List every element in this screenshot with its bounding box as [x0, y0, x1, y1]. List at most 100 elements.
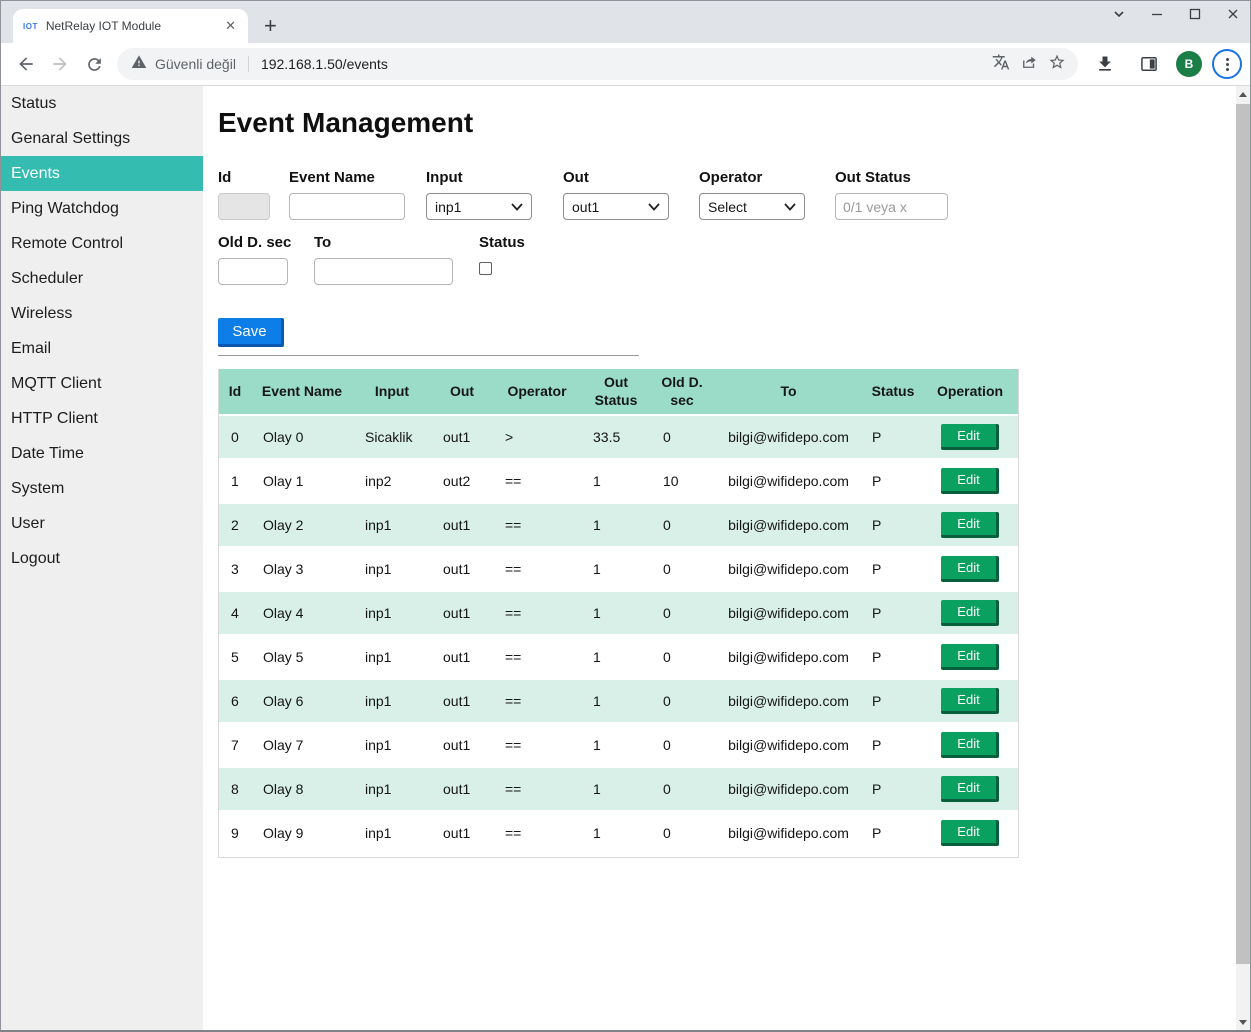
- cell-to: bilgi@wifidepo.com: [713, 723, 864, 767]
- events-table: IdEvent NameInputOutOperatorOut StatusOl…: [219, 369, 1018, 856]
- cell-operator: ==: [493, 459, 581, 503]
- out-status-label: Out Status: [835, 169, 948, 188]
- reload-button[interactable]: [77, 47, 111, 81]
- sidebar-item-date-time[interactable]: Date Time: [1, 436, 203, 471]
- address-bar[interactable]: Güvenli değil 192.168.1.50/events: [117, 48, 1078, 80]
- event-name-field[interactable]: [289, 193, 405, 220]
- minimize-button[interactable]: [1150, 7, 1164, 21]
- table-row: 0Olay 0Sicaklikout1>33.50bilgi@wifidepo.…: [219, 415, 1018, 459]
- edit-button[interactable]: Edit: [941, 644, 999, 670]
- browser-window: IOT NetRelay IOT Module ✕ +: [0, 0, 1251, 1032]
- edit-button[interactable]: Edit: [941, 424, 999, 450]
- event-form: Id Event Name Input inp1: [218, 169, 1236, 356]
- kebab-menu-icon: [1226, 58, 1229, 71]
- sidebar-item-status[interactable]: Status: [1, 86, 203, 121]
- cell-event-name: Olay 3: [251, 547, 353, 591]
- sidebar-item-logout[interactable]: Logout: [1, 541, 203, 576]
- table-row: 4Olay 4inp1out1==10bilgi@wifidepo.comPEd…: [219, 591, 1018, 635]
- table-row: 1Olay 1inp2out2==110bilgi@wifidepo.comPE…: [219, 459, 1018, 503]
- scrollbar-thumb[interactable]: [1236, 104, 1250, 964]
- new-tab-button[interactable]: +: [264, 15, 277, 37]
- cell-operation: Edit: [922, 767, 1018, 811]
- save-button[interactable]: Save: [218, 318, 284, 347]
- cell-out-status: 33.5: [581, 415, 651, 459]
- to-label: To: [314, 234, 453, 253]
- close-button[interactable]: [1226, 7, 1240, 21]
- table-row: 6Olay 6inp1out1==10bilgi@wifidepo.comPEd…: [219, 679, 1018, 723]
- table-row: 5Olay 5inp1out1==10bilgi@wifidepo.comPEd…: [219, 635, 1018, 679]
- maximize-button[interactable]: [1188, 7, 1202, 21]
- main-content: Event Management Id Event Name Input in: [203, 86, 1236, 1030]
- sidebar-item-remote-control[interactable]: Remote Control: [1, 226, 203, 261]
- cell-out-status: 1: [581, 547, 651, 591]
- cell-input: inp1: [353, 679, 431, 723]
- cell-status: P: [864, 591, 922, 635]
- cell-out-status: 1: [581, 459, 651, 503]
- old-delay-field[interactable]: [218, 258, 288, 285]
- input-select[interactable]: inp1: [426, 193, 532, 220]
- edit-button[interactable]: Edit: [941, 732, 999, 758]
- cell-input: inp1: [353, 767, 431, 811]
- sidebar-item-events[interactable]: Events: [1, 156, 203, 191]
- operator-select[interactable]: Select: [699, 193, 805, 220]
- cell-out: out1: [431, 547, 493, 591]
- id-field: [218, 193, 270, 220]
- sidebar: StatusGenaral SettingsEventsPing Watchdo…: [1, 86, 203, 1030]
- out-status-field[interactable]: [835, 193, 948, 220]
- cell-to: bilgi@wifidepo.com: [713, 547, 864, 591]
- column-header-event-name: Event Name: [251, 369, 353, 415]
- cell-to: bilgi@wifidepo.com: [713, 767, 864, 811]
- chevron-down-icon: [784, 203, 796, 211]
- sidebar-item-mqtt-client[interactable]: MQTT Client: [1, 366, 203, 401]
- download-icon[interactable]: [1088, 47, 1122, 81]
- sidebar-item-http-client[interactable]: HTTP Client: [1, 401, 203, 436]
- browser-tab[interactable]: IOT NetRelay IOT Module ✕: [13, 9, 248, 43]
- to-field[interactable]: [314, 258, 453, 285]
- edit-button[interactable]: Edit: [941, 776, 999, 802]
- bookmark-star-icon[interactable]: [1048, 53, 1066, 76]
- tab-search-chevron-icon[interactable]: [1112, 7, 1126, 21]
- forward-button[interactable]: [43, 47, 77, 81]
- vertical-scrollbar[interactable]: [1236, 86, 1250, 1030]
- edit-button[interactable]: Edit: [941, 512, 999, 538]
- cell-id: 7: [219, 723, 251, 767]
- cell-status: P: [864, 503, 922, 547]
- side-panel-icon[interactable]: [1132, 47, 1166, 81]
- sidebar-item-user[interactable]: User: [1, 506, 203, 541]
- sidebar-item-genaral-settings[interactable]: Genaral Settings: [1, 121, 203, 156]
- edit-button[interactable]: Edit: [941, 688, 999, 714]
- browser-menu-button[interactable]: [1212, 49, 1242, 79]
- table-row: 8Olay 8inp1out1==10bilgi@wifidepo.comPEd…: [219, 767, 1018, 811]
- cell-out-status: 1: [581, 811, 651, 855]
- out-select-value: out1: [572, 199, 599, 215]
- edit-button[interactable]: Edit: [941, 600, 999, 626]
- sidebar-item-system[interactable]: System: [1, 471, 203, 506]
- cell-out: out1: [431, 415, 493, 459]
- cell-id: 5: [219, 635, 251, 679]
- cell-out: out1: [431, 591, 493, 635]
- sidebar-item-email[interactable]: Email: [1, 331, 203, 366]
- cell-input: Sicaklik: [353, 415, 431, 459]
- out-select[interactable]: out1: [563, 193, 669, 220]
- share-icon[interactable]: [1020, 53, 1038, 76]
- sidebar-item-scheduler[interactable]: Scheduler: [1, 261, 203, 296]
- edit-button[interactable]: Edit: [941, 468, 999, 494]
- cell-event-name: Olay 5: [251, 635, 353, 679]
- status-checkbox[interactable]: [479, 262, 492, 275]
- not-secure-warning-icon[interactable]: [131, 54, 147, 75]
- edit-button[interactable]: Edit: [941, 556, 999, 582]
- scroll-down-arrow-icon[interactable]: [1236, 1014, 1250, 1030]
- sidebar-item-ping-watchdog[interactable]: Ping Watchdog: [1, 191, 203, 226]
- cell-operation: Edit: [922, 415, 1018, 459]
- translate-icon[interactable]: [992, 53, 1010, 76]
- edit-button[interactable]: Edit: [941, 820, 999, 846]
- url-text[interactable]: 192.168.1.50/events: [261, 56, 388, 72]
- sidebar-item-wireless[interactable]: Wireless: [1, 296, 203, 331]
- security-label[interactable]: Güvenli değil: [155, 56, 236, 72]
- profile-avatar[interactable]: B: [1176, 51, 1202, 77]
- cell-id: 1: [219, 459, 251, 503]
- scroll-up-arrow-icon[interactable]: [1236, 86, 1250, 102]
- tab-close-icon[interactable]: ✕: [221, 18, 240, 34]
- back-button[interactable]: [9, 47, 43, 81]
- cell-old-d-sec: 0: [651, 635, 713, 679]
